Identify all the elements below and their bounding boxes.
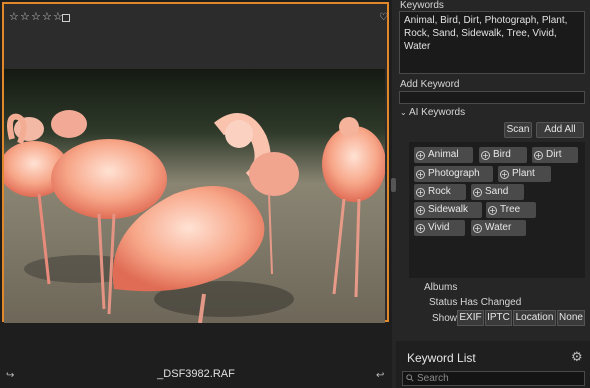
keywords-label: Keywords: [400, 0, 444, 11]
chip-label: Rock: [428, 186, 451, 197]
ai-keyword-chip-vivid[interactable]: + Vivid: [414, 220, 465, 236]
ai-keyword-chips: + Animal + Bird + Dirt + Photograph + Plant +…: [409, 142, 585, 278]
scan-button[interactable]: Scan: [504, 122, 532, 138]
plus-circle-icon: +: [481, 151, 490, 160]
ai-keyword-chip-rock[interactable]: + Rock: [414, 184, 466, 200]
flamingo-photo: [4, 69, 385, 323]
show-location-button[interactable]: Location: [513, 310, 556, 326]
show-exif-button[interactable]: EXIF: [457, 310, 484, 326]
chip-label: Sidewalk: [428, 204, 469, 215]
ai-keyword-chip-sand[interactable]: + Sand: [471, 184, 524, 200]
plus-circle-icon: +: [416, 188, 425, 197]
plus-circle-icon: +: [416, 170, 425, 179]
plus-circle-icon: +: [473, 188, 482, 197]
keyword-list-panel: Keyword List ⚙ Search: [396, 341, 590, 388]
heart-icon[interactable]: ♡: [379, 12, 388, 23]
chevron-down-icon: ⌄: [400, 108, 407, 117]
chip-label: Dirt: [546, 149, 562, 160]
plus-circle-icon: +: [488, 206, 497, 215]
star-icon[interactable]: ☆: [31, 11, 41, 22]
keyword-list-title: Keyword List: [407, 351, 476, 365]
add-all-button[interactable]: Add All: [536, 122, 584, 138]
search-icon: [406, 374, 414, 382]
ai-keyword-chip-water[interactable]: + Water: [471, 220, 526, 236]
ai-keyword-chip-plant[interactable]: + Plant: [498, 166, 551, 182]
image-filename: _DSF3982.RAF: [157, 368, 235, 380]
ai-keyword-chip-tree[interactable]: + Tree: [486, 202, 536, 218]
rotate-left-icon[interactable]: ↪: [6, 370, 14, 381]
gear-icon[interactable]: ⚙: [571, 350, 583, 365]
plus-circle-icon: +: [416, 224, 425, 233]
ai-keyword-chip-dirt[interactable]: + Dirt: [532, 147, 578, 163]
image-viewer-panel: ☆ ☆ ☆ ☆ ☆ ♡ _DSF3982.RAF ↪ ↩: [0, 0, 396, 388]
rotate-right-icon[interactable]: ↩: [376, 370, 384, 381]
show-label: Show: [432, 313, 458, 324]
plus-circle-icon: +: [500, 170, 509, 179]
plus-circle-icon: +: [416, 151, 425, 160]
chip-label: Sand: [485, 186, 509, 197]
ai-keyword-chip-bird[interactable]: + Bird: [479, 147, 527, 163]
chip-label: Tree: [500, 204, 521, 215]
chip-label: Animal: [428, 149, 459, 160]
ai-keyword-chip-photograph[interactable]: + Photograph: [414, 166, 493, 182]
star-rating[interactable]: ☆ ☆ ☆ ☆ ☆: [9, 11, 63, 22]
add-keyword-label: Add Keyword: [400, 79, 460, 90]
add-keyword-input[interactable]: [399, 91, 585, 104]
show-iptc-button[interactable]: IPTC: [485, 310, 512, 326]
star-icon[interactable]: ☆: [20, 11, 30, 22]
star-icon[interactable]: ☆: [9, 11, 19, 22]
show-none-button[interactable]: None: [557, 310, 585, 326]
chip-label: Bird: [493, 149, 511, 160]
star-icon[interactable]: ☆: [42, 11, 52, 22]
ai-keywords-label: AI Keywords: [408, 107, 466, 118]
plus-circle-icon: +: [534, 151, 543, 160]
plus-circle-icon: +: [416, 206, 425, 215]
status-label: Status Has Changed: [429, 297, 522, 308]
chip-label: Vivid: [428, 222, 450, 233]
plus-circle-icon: +: [473, 224, 482, 233]
albums-section-label[interactable]: Albums: [424, 282, 457, 293]
chip-label: Plant: [512, 168, 535, 179]
flag-checkbox-icon[interactable]: [62, 14, 70, 22]
ai-keywords-section-toggle[interactable]: ⌄ AI Keywords: [400, 107, 465, 118]
keywords-field[interactable]: Animal, Bird, Dirt, Photograph, Plant, R…: [399, 11, 585, 74]
ai-keyword-chip-sidewalk[interactable]: + Sidewalk: [414, 202, 482, 218]
chip-label: Photograph: [428, 168, 480, 179]
search-placeholder: Search: [417, 373, 449, 384]
chip-label: Water: [485, 222, 512, 233]
metadata-panel: Keywords Animal, Bird, Dirt, Photograph,…: [396, 0, 590, 388]
keyword-search-input[interactable]: Search: [402, 371, 585, 386]
ai-keyword-chip-animal[interactable]: + Animal: [414, 147, 473, 163]
